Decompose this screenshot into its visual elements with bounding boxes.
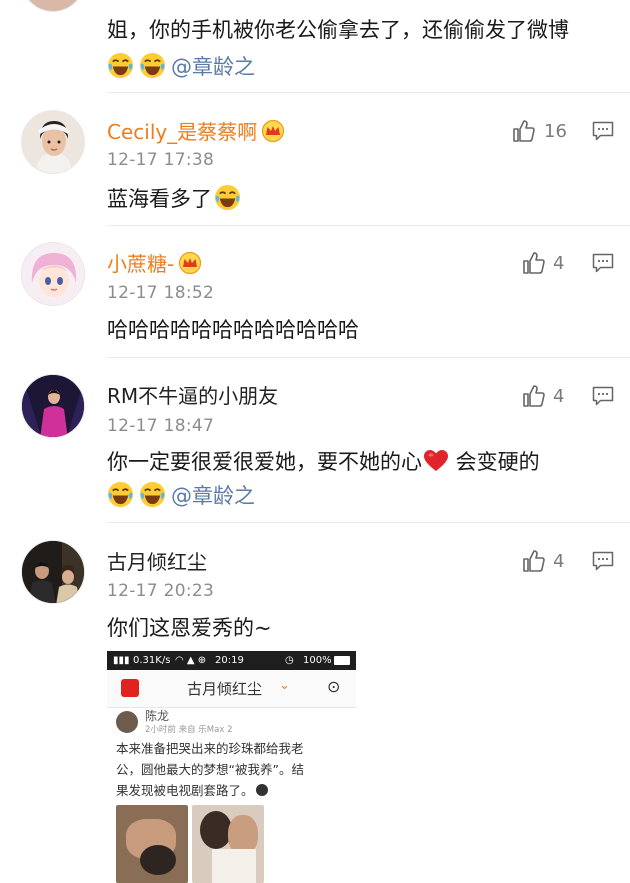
embedded-nav-bar: 古月倾红尘 ⌄ ⊙ xyxy=(107,670,356,708)
vip-crown-icon xyxy=(179,252,202,274)
reply-comment-icon[interactable] xyxy=(592,121,614,141)
chevron-down-icon: ⌄ xyxy=(279,678,290,693)
emoji-icon xyxy=(255,784,268,796)
embedded-post-line: 果发现被电视剧套路了。 xyxy=(116,780,268,801)
mention-link[interactable]: @章龄之 xyxy=(171,484,255,508)
username[interactable]: Cecily_是蔡蔡啊 xyxy=(107,120,285,144)
embedded-photo xyxy=(116,805,188,883)
comment-text: 姐，你的手机被你老公偷拿去了，还偷偷发了微博 xyxy=(107,18,569,42)
reply-comment-icon[interactable] xyxy=(592,551,614,571)
embedded-post-meta: 2小时前 来自 乐Max 2 xyxy=(145,725,233,735)
couple-avatar-icon xyxy=(22,541,84,603)
comment-text-line2: @章龄之 xyxy=(107,481,255,510)
laugh-cry-emoji-icon xyxy=(107,52,134,79)
cartoon-avatar-icon xyxy=(22,243,84,305)
embedded-photo xyxy=(192,805,264,883)
weibo-logo-icon xyxy=(121,679,139,697)
embedded-post-line: 公，圆他最大的梦想“被我养”。结 xyxy=(116,762,304,777)
divider xyxy=(106,357,630,358)
signal-icon: ▮▮▮ xyxy=(113,655,130,666)
mention-link[interactable]: @章龄之 xyxy=(171,55,255,79)
embedded-status-bar: ▮▮▮ 0.31K/s ◠ ▲ ⊕ 20:19 ◷ 100% xyxy=(107,651,356,670)
timestamp: 12-17 20:23 xyxy=(107,581,215,601)
comment-text: 你一定要很爱很爱她，要不她的心 会变硬的 xyxy=(107,450,540,474)
comment-text: 你们这恩爱秀的~ xyxy=(107,616,272,640)
embedded-time: 20:19 xyxy=(215,655,244,666)
battery-percent: 100% xyxy=(303,655,332,666)
embedded-post-author: 陈龙 xyxy=(145,709,170,723)
like-count: 16 xyxy=(544,121,567,142)
comment-text: 蓝海看多了 xyxy=(107,184,246,213)
username[interactable]: 小蔗糖- xyxy=(107,252,202,276)
comment-text-line2: @章龄之 xyxy=(107,52,255,81)
like-count: 4 xyxy=(553,551,565,572)
reply-comment-icon[interactable] xyxy=(592,386,614,406)
embedded-avatar xyxy=(116,711,138,733)
avatar[interactable] xyxy=(21,540,85,604)
laugh-cry-emoji-icon xyxy=(139,52,166,79)
avatar[interactable] xyxy=(21,374,85,438)
avatar[interactable] xyxy=(21,242,85,306)
attached-screenshot-image[interactable]: ▮▮▮ 0.31K/s ◠ ▲ ⊕ 20:19 ◷ 100% 古月倾红尘 ⌄ ⊙… xyxy=(107,651,356,883)
like-count: 4 xyxy=(553,386,565,407)
red-heart-icon xyxy=(424,450,448,471)
laugh-cry-emoji-icon xyxy=(107,481,134,508)
network-speed: 0.31K/s xyxy=(133,655,171,666)
like-icon[interactable] xyxy=(522,384,546,408)
wifi-icon: ◠ ▲ ⊕ xyxy=(175,655,207,666)
username[interactable]: 古月倾红尘 xyxy=(107,550,207,574)
vip-crown-icon xyxy=(262,120,285,142)
laugh-cry-emoji-icon xyxy=(214,184,241,211)
comment-text: 哈哈哈哈哈哈哈哈哈哈哈哈 xyxy=(107,318,359,342)
embedded-post-line: 本来准备把哭出来的珍珠都给我老 xyxy=(116,741,304,756)
divider xyxy=(106,92,630,93)
timestamp: 12-17 18:47 xyxy=(107,416,215,436)
battery-icon xyxy=(334,656,350,665)
like-icon[interactable] xyxy=(522,549,546,573)
username[interactable]: RM不牛逼的小朋友 xyxy=(107,384,278,408)
divider xyxy=(106,225,630,226)
timestamp: 12-17 18:52 xyxy=(107,283,215,303)
divider xyxy=(106,522,630,523)
like-icon[interactable] xyxy=(522,251,546,275)
stage-avatar-icon xyxy=(22,375,84,437)
girl-avatar-icon xyxy=(22,111,84,173)
avatar[interactable] xyxy=(21,0,85,12)
laugh-cry-emoji-icon xyxy=(139,481,166,508)
timestamp: 12-17 17:38 xyxy=(107,150,215,170)
reply-comment-icon[interactable] xyxy=(592,253,614,273)
alarm-icon: ◷ xyxy=(285,655,294,666)
like-count: 4 xyxy=(553,253,565,274)
refresh-icon: ⊙ xyxy=(327,677,341,696)
avatar[interactable] xyxy=(21,110,85,174)
like-icon[interactable] xyxy=(512,119,536,143)
embedded-nav-title: 古月倾红尘 xyxy=(187,680,263,698)
